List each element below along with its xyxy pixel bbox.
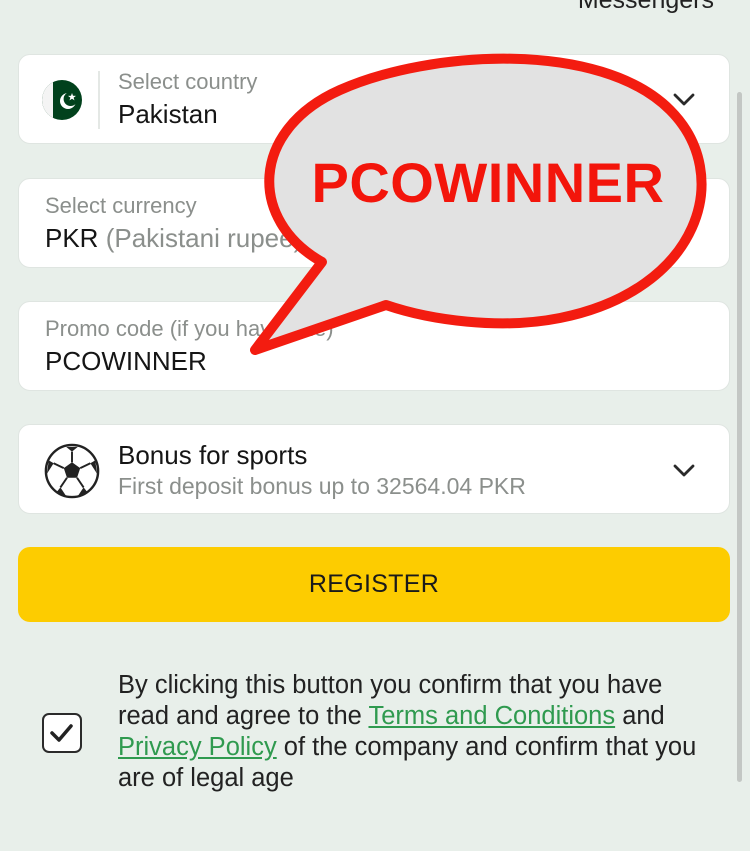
currency-code: PKR (45, 223, 99, 253)
checkmark-icon (50, 724, 73, 742)
agree-checkbox[interactable] (42, 713, 82, 753)
bonus-select[interactable]: Bonus for sports First deposit bonus up … (18, 424, 730, 514)
privacy-policy-link[interactable]: Privacy Policy (118, 733, 277, 761)
country-label: Select country (118, 69, 258, 94)
currency-value: PKR (Pakistani rupee) (45, 223, 302, 254)
terms-link[interactable]: Terms and Conditions (368, 702, 615, 730)
currency-name: (Pakistani rupee) (105, 223, 303, 253)
register-button[interactable]: REGISTER (18, 547, 730, 622)
country-value: Pakistan (118, 99, 218, 129)
speech-bubble-text: PCOWINNER (311, 151, 665, 214)
pakistan-flag-icon (42, 80, 82, 120)
bonus-title: Bonus for sports (118, 440, 308, 470)
agreement-text-part: and (615, 702, 665, 730)
bonus-subtitle: First deposit bonus up to 32564.04 PKR (118, 473, 526, 499)
currency-label: Select currency (45, 193, 197, 218)
chevron-down-icon[interactable] (671, 457, 697, 483)
agreement-text: By clicking this button you confirm that… (118, 670, 718, 794)
chevron-down-icon[interactable] (671, 86, 697, 112)
promo-code-label: Promo code (if you have one) (45, 316, 334, 341)
messengers-label[interactable]: Messengers (578, 0, 714, 15)
promo-code-field[interactable]: Promo code (if you have one) PCOWINNER (18, 301, 730, 391)
flag-divider (98, 71, 100, 129)
soccer-ball-icon (44, 443, 100, 499)
country-select[interactable]: Select country Pakistan (18, 54, 730, 144)
promo-code-value[interactable]: PCOWINNER (45, 346, 207, 377)
scrollbar[interactable] (737, 92, 742, 782)
